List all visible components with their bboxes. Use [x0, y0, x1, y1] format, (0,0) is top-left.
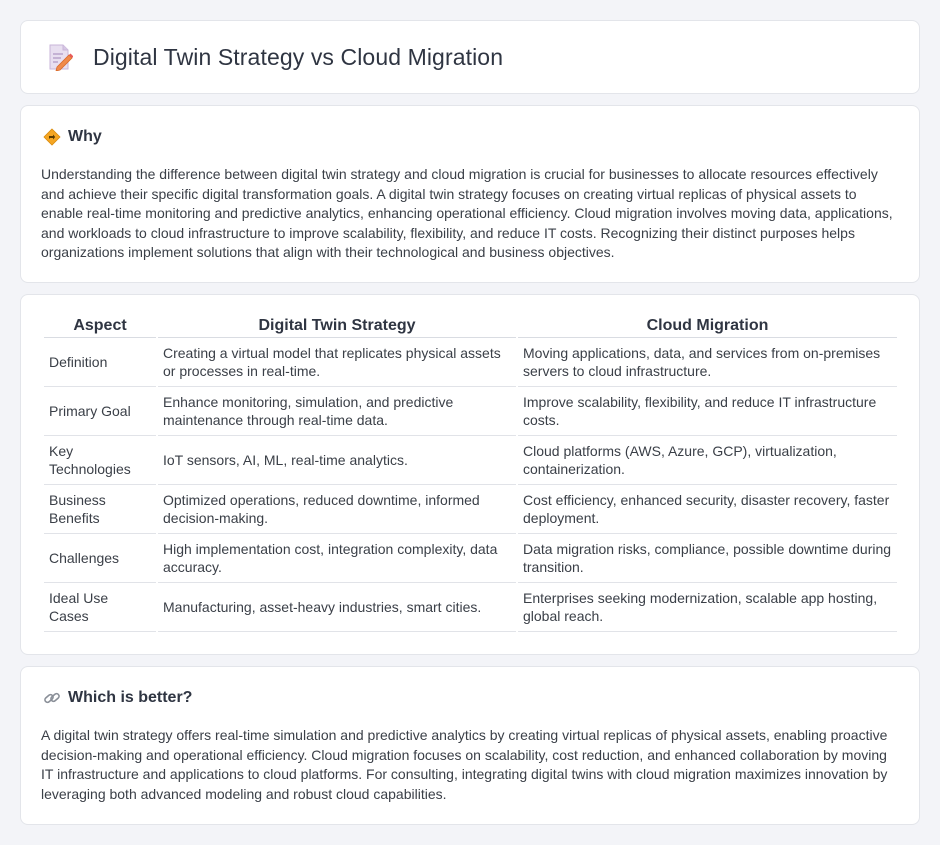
page-title: Digital Twin Strategy vs Cloud Migration	[93, 43, 504, 70]
why-title: Why	[68, 128, 102, 145]
document-pencil-icon	[49, 44, 73, 71]
table-header-row: Aspect Digital Twin Strategy Cloud Migra…	[44, 317, 897, 338]
comparison-table: Aspect Digital Twin Strategy Cloud Migra…	[42, 317, 899, 632]
cloud-migration-cell: Cost efficiency, enhanced security, disa…	[518, 485, 897, 534]
header-card: Digital Twin Strategy vs Cloud Migration	[20, 20, 920, 94]
table-row: Definition Creating a virtual model that…	[44, 338, 897, 387]
why-section: Why Understanding the difference between…	[20, 105, 920, 283]
table-row: Ideal Use Cases Manufacturing, asset-hea…	[44, 583, 897, 632]
aspect-cell: Definition	[44, 338, 156, 387]
cloud-migration-cell: Improve scalability, flexibility, and re…	[518, 387, 897, 436]
aspect-cell: Ideal Use Cases	[44, 583, 156, 632]
aspect-cell: Key Technologies	[44, 436, 156, 485]
table-row: Key Technologies IoT sensors, AI, ML, re…	[44, 436, 897, 485]
digital-twin-cell: High implementation cost, integration co…	[158, 534, 516, 583]
header-digital-twin: Digital Twin Strategy	[158, 317, 516, 338]
header-cloud-migration: Cloud Migration	[518, 317, 897, 338]
which-is-better-section: Which is better? A digital twin strategy…	[20, 666, 920, 825]
cloud-migration-cell: Cloud platforms (AWS, Azure, GCP), virtu…	[518, 436, 897, 485]
diamond-sign-icon	[43, 128, 61, 146]
digital-twin-cell: Optimized operations, reduced downtime, …	[158, 485, 516, 534]
why-heading: Why	[43, 128, 102, 146]
digital-twin-cell: Creating a virtual model that replicates…	[158, 338, 516, 387]
table-row: Challenges High implementation cost, int…	[44, 534, 897, 583]
digital-twin-cell: Enhance monitoring, simulation, and pred…	[158, 387, 516, 436]
cloud-migration-cell: Data migration risks, compliance, possib…	[518, 534, 897, 583]
aspect-cell: Challenges	[44, 534, 156, 583]
aspect-cell: Primary Goal	[44, 387, 156, 436]
digital-twin-cell: IoT sensors, AI, ML, real-time analytics…	[158, 436, 516, 485]
better-title: Which is better?	[68, 689, 193, 706]
link-icon	[44, 692, 60, 704]
comparison-section: Aspect Digital Twin Strategy Cloud Migra…	[20, 294, 920, 655]
cloud-migration-cell: Moving applications, data, and services …	[518, 338, 897, 387]
digital-twin-cell: Manufacturing, asset-heavy industries, s…	[158, 583, 516, 632]
better-heading: Which is better?	[43, 689, 192, 707]
table-row: Business Benefits Optimized operations, …	[44, 485, 897, 534]
header-aspect: Aspect	[44, 317, 156, 338]
page-header: Digital Twin Strategy vs Cloud Migration	[47, 43, 503, 71]
cloud-migration-cell: Enterprises seeking modernization, scala…	[518, 583, 897, 632]
why-text: Understanding the difference between dig…	[41, 166, 893, 261]
better-text: A digital twin strategy offers real-time…	[41, 727, 888, 802]
aspect-cell: Business Benefits	[44, 485, 156, 534]
table-row: Primary Goal Enhance monitoring, simulat…	[44, 387, 897, 436]
